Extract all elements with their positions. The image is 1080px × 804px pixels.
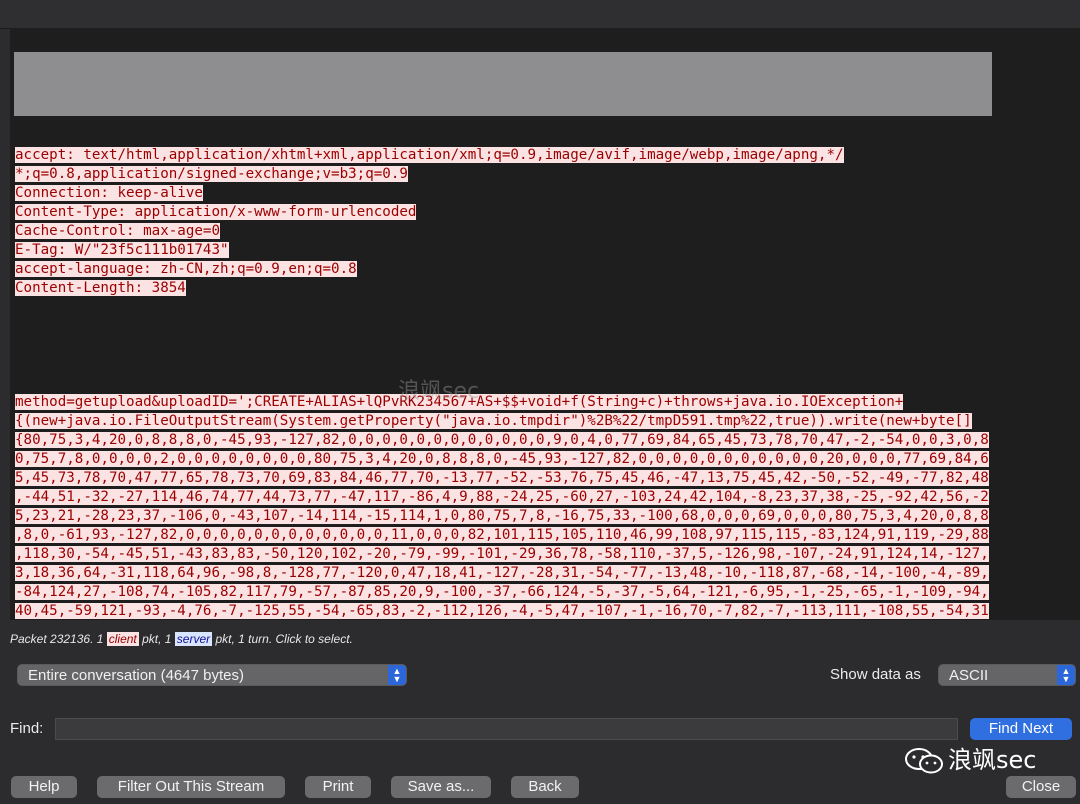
client-tag: client xyxy=(106,632,139,646)
select-chevron-icon: ▲ ▼ xyxy=(388,665,406,685)
wechat-icon xyxy=(905,748,943,774)
header-line: accept-language: zh-CN,zh;q=0.9,en;q=0.8 xyxy=(15,261,357,277)
find-input[interactable] xyxy=(55,718,958,740)
conversation-select[interactable]: Entire conversation (4647 bytes) ▲ ▼ xyxy=(17,664,407,686)
body-line: {(new+java.io.FileOutputStream(System.ge… xyxy=(15,413,972,429)
header-line: E-Tag: W/"23f5c111b01743" xyxy=(15,242,229,258)
stream-content[interactable]: POST //client.do HTTP/1.1accept: text/ht… xyxy=(10,28,1080,620)
body-line: ,118,30,-54,-45,51,-43,83,83,-50,120,102… xyxy=(15,546,989,562)
body-line: 40,45,-59,121,-93,-4,76,-7,-125,55,-54,-… xyxy=(15,603,989,619)
select-chevron-icon: ▲ ▼ xyxy=(1057,665,1075,685)
header-line: Connection: keep-alive xyxy=(15,185,203,201)
find-next-button[interactable]: Find Next xyxy=(970,718,1072,740)
filter-out-stream-button[interactable]: Filter Out This Stream xyxy=(97,776,285,798)
body-line: 5,23,21,-28,23,37,-106,0,-43,107,-14,114… xyxy=(15,508,989,524)
header-line: Content-Type: application/x-www-form-url… xyxy=(15,204,417,220)
packet-status[interactable]: Packet 232136. 1 client pkt, 1 server pk… xyxy=(10,632,353,646)
body-line: 0,75,7,8,0,0,0,0,2,0,0,0,0,0,0,0,0,80,75… xyxy=(15,451,989,467)
back-button[interactable]: Back xyxy=(511,776,579,798)
save-as-button[interactable]: Save as... xyxy=(391,776,491,798)
body-line: ,8,0,-61,93,-127,82,0,0,0,0,0,0,0,0,0,0,… xyxy=(15,527,989,543)
header-line: accept: text/html,application/xhtml+xml,… xyxy=(15,147,844,163)
watermark-text: 浪飒sec xyxy=(398,379,480,404)
header-line: Content-Length: 3854 xyxy=(15,280,186,296)
print-button[interactable]: Print xyxy=(305,776,371,798)
header-line xyxy=(15,127,1080,146)
close-button[interactable]: Close xyxy=(1006,776,1076,798)
body-line: 3,18,36,64,-31,118,64,96,-98,8,-128,77,-… xyxy=(15,565,989,581)
server-tag: server xyxy=(174,632,213,646)
request-body: method=getupload&uploadID=';CREATE+ALIAS… xyxy=(15,393,1080,620)
show-data-label: Show data as xyxy=(830,666,921,683)
find-label: Find: xyxy=(10,720,44,737)
body-line: -84,124,27,-108,74,-105,82,117,79,-57,-8… xyxy=(15,584,989,600)
header-line: Cache-Control: max-age=0 xyxy=(15,223,220,239)
body-line: method=getupload&uploadID=';CREATE+ALIAS… xyxy=(15,394,904,410)
header-line: *;q=0.8,application/signed-exchange;v=b3… xyxy=(15,166,408,182)
redaction-block xyxy=(14,52,992,116)
body-line: 5,45,73,78,70,47,77,65,78,73,70,69,83,84… xyxy=(15,470,989,486)
brand-watermark: 浪飒sec xyxy=(904,740,1036,775)
show-data-select[interactable]: ASCII ▲ ▼ xyxy=(938,664,1076,686)
window-titlebar xyxy=(0,0,1080,29)
body-line: {80,75,3,4,20,0,8,8,8,0,-45,93,-127,82,0… xyxy=(15,432,989,448)
body-line: ,-44,51,-32,-27,114,46,74,77,44,73,77,-4… xyxy=(15,489,989,505)
help-button[interactable]: Help xyxy=(11,776,77,798)
